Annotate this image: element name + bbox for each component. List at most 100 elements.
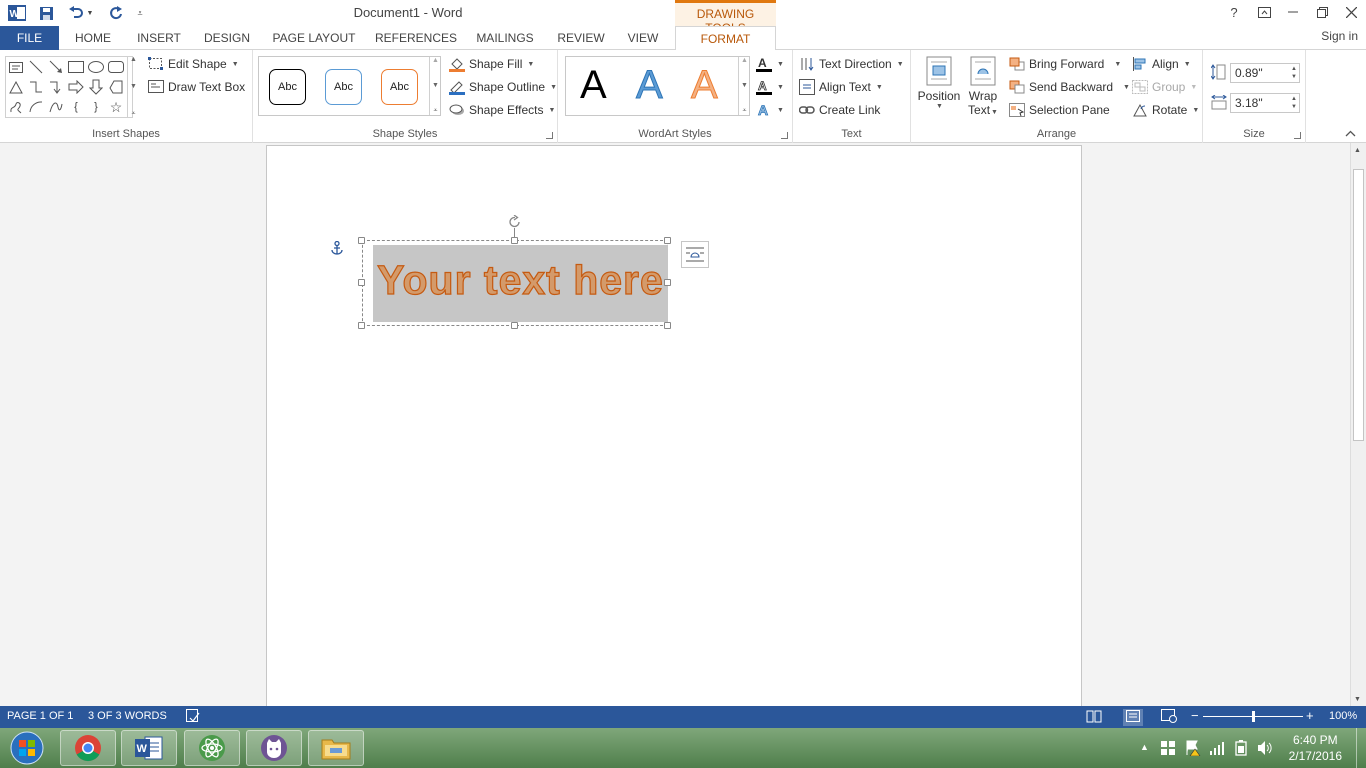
- rotate-handle-icon[interactable]: [508, 214, 522, 232]
- tab-format[interactable]: FORMAT: [675, 26, 776, 51]
- arc-shape-icon[interactable]: [26, 97, 46, 117]
- position-button[interactable]: Position ▼: [917, 56, 961, 110]
- zoom-in-button[interactable]: +: [1306, 708, 1314, 723]
- sign-in-link[interactable]: Sign in: [1321, 26, 1358, 46]
- text-fill-button[interactable]: A ▼: [756, 54, 784, 74]
- resize-handle-top-left[interactable]: [358, 237, 365, 244]
- resize-handle-right[interactable]: [664, 279, 671, 286]
- wordart-shape[interactable]: Your text here: [362, 240, 668, 326]
- oval-shape-icon[interactable]: [86, 57, 106, 77]
- bring-forward-button[interactable]: Bring Forward ▼: [1009, 54, 1121, 74]
- read-mode-icon[interactable]: [1086, 709, 1102, 726]
- word-count[interactable]: 3 OF 3 WORDS: [88, 710, 167, 722]
- rotate-button[interactable]: Rotate ▼: [1132, 100, 1199, 120]
- scroll-down-icon[interactable]: ▼: [1354, 696, 1361, 703]
- star-shape-icon[interactable]: ☆: [106, 97, 126, 117]
- shape-height-input[interactable]: 0.89" ▲ ▼: [1230, 63, 1300, 83]
- network-icon[interactable]: [1209, 740, 1225, 759]
- draw-text-box-button[interactable]: Draw Text Box: [148, 77, 245, 97]
- taskbar-word[interactable]: W: [121, 730, 177, 766]
- show-hidden-icons[interactable]: ▲: [1140, 742, 1149, 752]
- scroll-thumb[interactable]: [1353, 169, 1364, 441]
- scroll-up-icon[interactable]: ▲: [1354, 147, 1361, 154]
- tab-file[interactable]: FILE: [0, 26, 59, 50]
- flag-warning-icon[interactable]: [1185, 740, 1203, 759]
- wordart-style-orange[interactable]: A: [691, 63, 719, 108]
- send-backward-button[interactable]: Send Backward ▼: [1009, 77, 1130, 97]
- wordart-gallery-scroll[interactable]: ▲ ▼ ⩡: [738, 57, 750, 115]
- restore-icon[interactable]: [1307, 0, 1337, 24]
- shape-styles-scroll[interactable]: ▲ ▼ ⩡: [429, 57, 441, 115]
- shape-style-orange[interactable]: Abc: [381, 69, 418, 105]
- freeform-shape-icon[interactable]: [106, 77, 126, 97]
- zoom-slider-thumb[interactable]: [1252, 711, 1255, 722]
- ribbon-display-options-icon[interactable]: [1249, 0, 1279, 24]
- resize-handle-left[interactable]: [358, 279, 365, 286]
- size-dialog-launcher[interactable]: [1294, 132, 1301, 139]
- tab-design[interactable]: DESIGN: [197, 26, 257, 50]
- wordart-style-black[interactable]: A: [580, 63, 607, 108]
- shape-styles-dialog-launcher[interactable]: [546, 132, 553, 139]
- shape-fill-button[interactable]: Shape Fill ▼: [449, 54, 534, 74]
- left-brace-shape-icon[interactable]: {: [66, 97, 86, 117]
- wrap-text-button[interactable]: Wrap Text▼: [963, 56, 1003, 117]
- text-outline-button[interactable]: A ▼: [756, 77, 784, 97]
- collapse-ribbon-icon[interactable]: [1345, 128, 1356, 140]
- tab-view[interactable]: VIEW: [620, 26, 666, 50]
- rounded-rectangle-shape-icon[interactable]: [106, 57, 126, 77]
- selection-pane-button[interactable]: Selection Pane: [1009, 100, 1110, 120]
- resize-handle-top-right[interactable]: [664, 237, 671, 244]
- edit-shape-button[interactable]: Edit Shape ▼: [148, 54, 239, 74]
- right-brace-shape-icon[interactable]: }: [86, 97, 106, 117]
- align-button[interactable]: Align ▼: [1132, 54, 1191, 74]
- taskbar-file-explorer[interactable]: [308, 730, 364, 766]
- shapes-gallery-scroll[interactable]: ▲ ▼ ⩡: [127, 56, 139, 118]
- align-text-button[interactable]: Align Text ▼: [799, 77, 883, 97]
- resize-handle-bottom[interactable]: [511, 322, 518, 329]
- document-page[interactable]: [266, 145, 1082, 715]
- volume-icon[interactable]: [1257, 740, 1273, 759]
- resize-handle-bottom-right[interactable]: [664, 322, 671, 329]
- tab-home[interactable]: HOME: [64, 26, 122, 50]
- wordart-text[interactable]: Your text here: [373, 256, 668, 304]
- line-shape-icon[interactable]: [26, 57, 46, 77]
- tab-mailings[interactable]: MAILINGS: [469, 26, 541, 50]
- shape-style-black[interactable]: Abc: [269, 69, 306, 105]
- help-button[interactable]: ?: [1219, 0, 1249, 24]
- curve-shape-icon[interactable]: [46, 97, 66, 117]
- shapes-gallery[interactable]: { } ☆: [5, 56, 133, 118]
- wordart-gallery[interactable]: A A A ▲ ▼ ⩡: [565, 56, 750, 116]
- vertical-scrollbar[interactable]: ▲ ▼: [1350, 143, 1366, 706]
- show-desktop-button[interactable]: [1356, 728, 1366, 768]
- tab-review[interactable]: REVIEW: [551, 26, 611, 50]
- tab-insert[interactable]: INSERT: [130, 26, 188, 50]
- system-clock[interactable]: 6:40 PM 2/17/2016: [1289, 732, 1342, 764]
- height-spinner[interactable]: ▲ ▼: [1291, 65, 1297, 81]
- proofing-icon[interactable]: [186, 709, 200, 726]
- right-arrow-shape-icon[interactable]: [66, 77, 86, 97]
- group-objects-button[interactable]: Group ▼: [1132, 77, 1197, 97]
- taskbar-github-desktop[interactable]: [246, 730, 302, 766]
- print-layout-icon[interactable]: [1123, 709, 1143, 726]
- shape-width-input[interactable]: 3.18" ▲ ▼: [1230, 93, 1300, 113]
- down-arrow-shape-icon[interactable]: [86, 77, 106, 97]
- elbow-connector-shape-icon[interactable]: [26, 77, 46, 97]
- text-effects-button[interactable]: A ▼: [756, 100, 784, 120]
- close-icon[interactable]: [1336, 0, 1366, 24]
- shape-style-blue[interactable]: Abc: [325, 69, 362, 105]
- battery-icon[interactable]: [1235, 740, 1247, 759]
- tab-page-layout[interactable]: PAGE LAYOUT: [266, 26, 362, 50]
- web-layout-icon[interactable]: [1161, 709, 1177, 726]
- taskbar-atom[interactable]: [184, 730, 240, 766]
- rectangle-shape-icon[interactable]: [66, 57, 86, 77]
- page-count[interactable]: PAGE 1 OF 1: [7, 710, 73, 722]
- wordart-styles-dialog-launcher[interactable]: [781, 132, 788, 139]
- shape-styles-gallery[interactable]: Abc Abc Abc ▲ ▼ ⩡: [258, 56, 441, 116]
- scribble-shape-icon[interactable]: [6, 97, 26, 117]
- triangle-shape-icon[interactable]: [6, 77, 26, 97]
- elbow-arrow-shape-icon[interactable]: [46, 77, 66, 97]
- layout-options-button[interactable]: [681, 241, 709, 268]
- start-button[interactable]: [0, 730, 54, 766]
- create-link-button[interactable]: Create Link: [799, 100, 880, 120]
- text-box-shape-icon[interactable]: [6, 57, 26, 77]
